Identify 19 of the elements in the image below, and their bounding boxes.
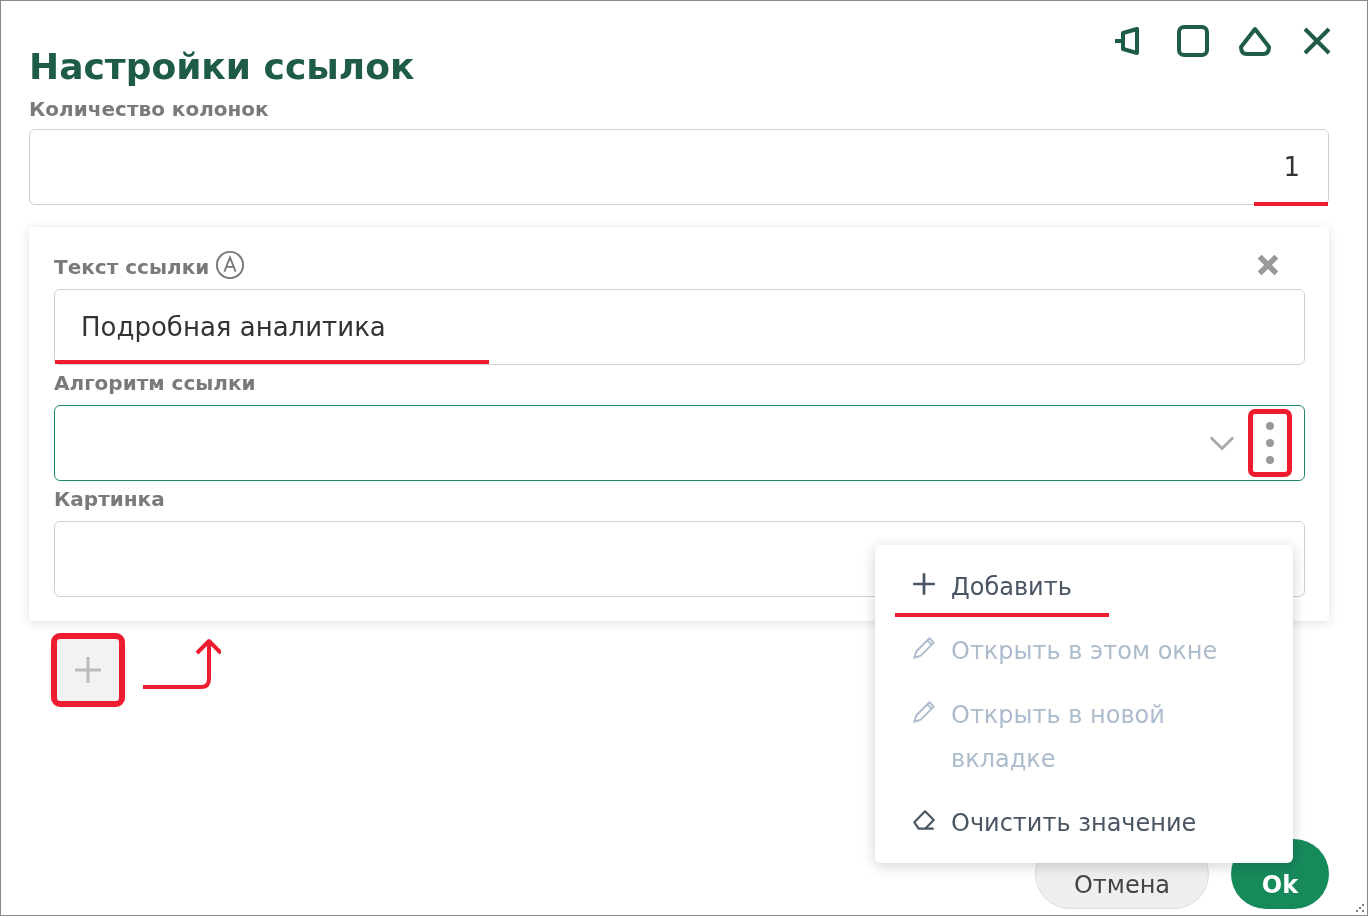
input-field[interactable]: Подробная аналитика — [54, 289, 1305, 365]
input-field[interactable]: 1 — [29, 129, 1329, 205]
field-label: Текст ссылки — [54, 254, 210, 281]
add-button[interactable] — [51, 633, 125, 707]
plus-icon — [73, 655, 103, 685]
field-label: Количество колонок — [29, 96, 270, 123]
menu-item[interactable]: Добавить — [875, 557, 1293, 621]
pencil-icon — [911, 635, 937, 661]
eraser-icon — [911, 807, 937, 833]
resize-grip-icon[interactable] — [1355, 903, 1365, 913]
plus-icon — [911, 571, 937, 597]
pencil-icon — [911, 699, 937, 725]
dialog-title: Настройки ссылок — [29, 45, 416, 89]
field-label: Алгоритм ссылки — [54, 370, 257, 397]
field-label: Картинка — [54, 486, 166, 513]
remove-icon[interactable] — [1255, 252, 1281, 278]
letter-a-icon — [215, 250, 246, 280]
select-field[interactable] — [54, 405, 1305, 481]
more-icon[interactable] — [1265, 421, 1275, 465]
